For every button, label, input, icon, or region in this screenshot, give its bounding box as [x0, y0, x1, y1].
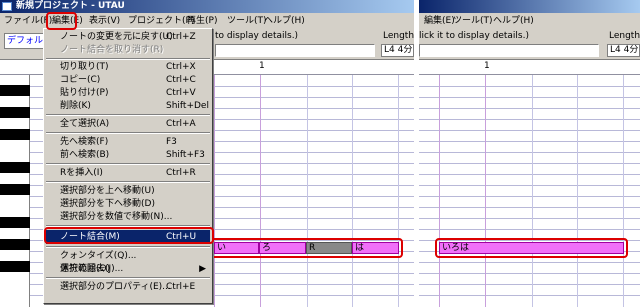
grid-beat-line	[352, 75, 353, 307]
black-key	[0, 217, 30, 228]
black-key	[0, 184, 30, 195]
grid-beat-line	[623, 75, 624, 307]
menu-item-delete[interactable]: 削除(K) Shift+Del	[46, 99, 210, 113]
menu-item-paste[interactable]: 貼り付け(P) Ctrl+V	[46, 86, 210, 100]
length-select[interactable]: L4 4分	[381, 44, 414, 57]
grid-beat-line	[485, 75, 486, 307]
menu-help[interactable]: ヘルプ(H)	[491, 14, 536, 28]
grid-row-line	[419, 284, 640, 285]
menu-help[interactable]: ヘルプ(H)	[262, 14, 307, 28]
black-key	[0, 239, 30, 250]
menu-item-quantize[interactable]: クォンタイズ(Q)...	[46, 249, 210, 263]
annotation-highlight-notes	[210, 238, 403, 258]
grid-row-line	[419, 273, 640, 274]
menu-item-selection-range[interactable]: 選択範囲(O) ▶	[46, 262, 210, 276]
grid-row-line	[419, 97, 640, 98]
grid-row-line	[419, 86, 640, 87]
black-key	[0, 85, 30, 96]
edit-menu-dropdown-tail: 選択範囲(O) ▶ 選択部分のプロパティ(E)... Ctrl+E	[43, 264, 213, 304]
menu-view[interactable]: 表示(V)	[87, 14, 122, 28]
black-key	[0, 107, 30, 118]
menu-item-move-numeric[interactable]: 選択部分を数値で移動(N)...	[46, 210, 210, 224]
grid-beat-line	[398, 75, 399, 307]
toolbar: lick it to display details.) Length L4 4…	[419, 29, 640, 60]
grid-beat-line	[577, 75, 578, 307]
menu-item-cut[interactable]: 切り取り(T) Ctrl+X	[46, 60, 210, 74]
grid-beat-line	[532, 75, 533, 307]
grid-row-line	[419, 130, 640, 131]
submenu-arrow-icon: ▶	[199, 264, 206, 274]
menu-item-move-down[interactable]: 選択部分を下へ移動(D)	[46, 197, 210, 211]
length-label: Length	[609, 31, 640, 41]
grid-row-line	[419, 152, 640, 153]
menu-separator	[46, 246, 210, 248]
grid-row-line	[419, 218, 640, 219]
grid-row-line	[419, 119, 640, 120]
menu-item-copy[interactable]: コピー(C) Ctrl+C	[46, 73, 210, 87]
menu-separator	[46, 277, 210, 279]
toolbar-hint: lick it to display details.)	[419, 31, 529, 41]
menu-item-insert-rest[interactable]: Rを挿入(I) Ctrl+R	[46, 166, 210, 180]
annotation-highlight-merged-note	[435, 238, 628, 258]
grid-row-line	[419, 196, 640, 197]
details-field[interactable]	[419, 44, 599, 57]
utau-window-before: 新規プロジェクト - UTAU ファイル(F) 編集(E) 表示(V) プロジェ…	[0, 0, 414, 307]
ruler-measure-1: 1	[484, 61, 490, 71]
menu-item-move-up[interactable]: 選択部分を上へ移動(U)	[46, 184, 210, 198]
length-label: Length	[383, 31, 414, 41]
menu-item-find-next[interactable]: 先へ検索(F) F3	[46, 135, 210, 149]
menu-item-selection-properties[interactable]: 選択部分のプロパティ(E)... Ctrl+E	[46, 280, 210, 294]
menu-tools[interactable]: ツール(T)	[451, 14, 495, 28]
grid-row-line	[419, 207, 640, 208]
grid-row-line	[419, 108, 640, 109]
edit-menu-dropdown: ノートの変更を元に戻す(U) Ctrl+Z ノート結合を取り消す(R) 切り取り(…	[43, 28, 213, 298]
grid-row-line	[419, 163, 640, 164]
length-select[interactable]: L4 4分	[607, 44, 640, 57]
menu-separator	[46, 132, 210, 134]
toolbar-hint: to display details.)	[215, 31, 299, 41]
piano-keyboard[interactable]	[0, 75, 30, 307]
black-key	[0, 261, 30, 272]
app-icon	[2, 2, 12, 11]
menu-bar: 編集(E) ツール(T) ヘルプ(H)	[419, 13, 640, 29]
black-key	[0, 129, 30, 140]
grid-beat-line	[260, 75, 261, 307]
ruler: 1	[419, 60, 640, 75]
annotation-highlight-merge-item	[44, 227, 214, 244]
menu-play[interactable]: 再生(P)	[185, 14, 219, 28]
ruler-measure-1: 1	[259, 61, 265, 71]
grid-row-line	[419, 174, 640, 175]
grid-row-line	[419, 262, 640, 263]
grid-bar-line	[214, 75, 215, 307]
utau-window-after: 編集(E) ツール(T) ヘルプ(H) lick it to display d…	[419, 0, 640, 307]
menu-item-undo-merge: ノート結合を取り消す(R)	[60, 45, 164, 55]
grid-row-line	[419, 185, 640, 186]
grid-beat-line	[307, 75, 308, 307]
menu-separator	[46, 114, 210, 116]
menu-separator	[46, 181, 210, 183]
black-key	[0, 162, 30, 173]
grid-row-line	[419, 229, 640, 230]
grid-bar-line	[439, 75, 440, 307]
piano-roll[interactable]: 1 いろは	[419, 60, 640, 307]
annotation-highlight-edit-menu	[46, 12, 77, 30]
grid-row-line	[419, 295, 640, 296]
title-bar	[419, 0, 640, 13]
menu-item-select-all[interactable]: 全て選択(A) Ctrl+A	[46, 117, 210, 131]
menu-item-undo[interactable]: ノートの変更を元に戻す(U) Ctrl+Z	[46, 30, 210, 44]
menu-item-find-prev[interactable]: 前へ検索(B) Shift+F3	[46, 148, 210, 162]
details-field[interactable]	[215, 44, 375, 57]
window-title: 新規プロジェクト - UTAU	[16, 1, 125, 11]
menu-separator	[46, 163, 210, 165]
grid-row-line	[419, 141, 640, 142]
